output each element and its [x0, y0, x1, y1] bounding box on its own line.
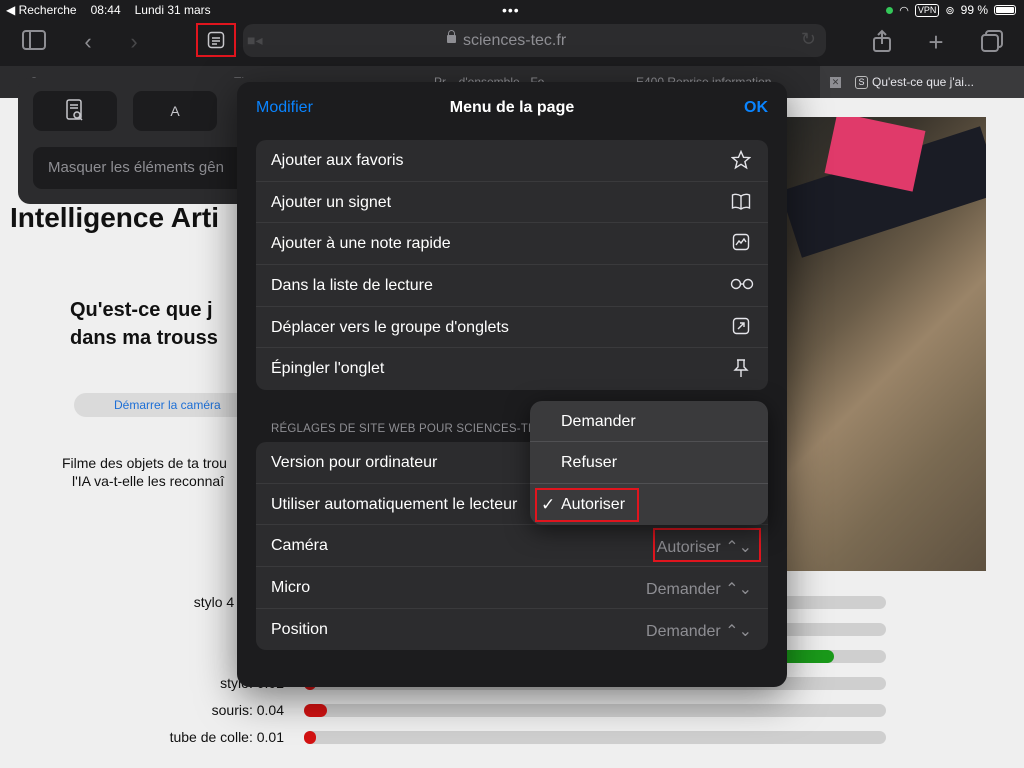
- reader-options-panel: A Masquer les éléments gên: [18, 78, 258, 204]
- description-line: l'IA va-t-elle les reconnaî: [72, 473, 225, 489]
- prediction-fill: [304, 704, 328, 717]
- page-subtitle: Qu'est-ce que j dans ma trouss: [70, 296, 218, 352]
- browser-toolbar: ‹ › ■◂ sciences-tec.fr ↻ +: [0, 20, 1024, 66]
- option-deny[interactable]: Refuser: [530, 442, 768, 484]
- page-heading: Intelligence Arti: [10, 202, 220, 233]
- url-text: sciences-tec.fr: [463, 32, 567, 49]
- item-label: Ajouter un signet: [271, 193, 392, 211]
- actions-group: Ajouter aux favoris Ajouter un signet Aj…: [256, 140, 768, 391]
- orientation-lock-icon: ⊚: [945, 4, 955, 17]
- add-quick-note-item[interactable]: Ajouter à une note rapide: [256, 223, 768, 266]
- option-label: Refuser: [561, 454, 618, 472]
- prediction-fill: [304, 731, 316, 744]
- wifi-icon: ◠: [899, 4, 909, 17]
- option-ask[interactable]: Demander: [530, 401, 768, 443]
- prediction-bar-row: souris: 0.04: [0, 702, 1024, 718]
- add-bookmark-item[interactable]: Ajouter un signet: [256, 182, 768, 224]
- item-label: Micro: [271, 579, 311, 597]
- battery-icon: [994, 5, 1016, 15]
- reader-mode-button[interactable]: [33, 91, 117, 131]
- add-to-favorites-item[interactable]: Ajouter aux favoris: [256, 140, 768, 182]
- prediction-track: [304, 731, 886, 744]
- subtitle-line: Qu'est-ce que j: [70, 299, 213, 321]
- multitasking-dots-icon[interactable]: •••: [502, 2, 520, 18]
- item-label: Utiliser automatiquement le lecteur: [271, 495, 518, 513]
- prediction-bar-row: tube de colle: 0.01: [0, 729, 1024, 745]
- move-to-group-icon: [730, 317, 752, 339]
- allow-option-highlight: [535, 487, 639, 522]
- book-icon: [730, 192, 752, 214]
- move-to-tab-group-item[interactable]: Déplacer vers le groupe d'onglets: [256, 307, 768, 349]
- description-line: Filme des objets de ta trou: [62, 455, 227, 471]
- microphone-permission-value[interactable]: Demander ⌃⌄: [646, 579, 752, 599]
- status-bar: ◀ Recherche 08:44 Lundi 31 mars ••• ◠ VP…: [0, 0, 1024, 20]
- site-favicon-icon: S: [855, 76, 868, 90]
- address-bar[interactable]: ■◂ sciences-tec.fr ↻: [243, 24, 826, 57]
- star-icon: [730, 149, 752, 172]
- item-label: Déplacer vers le groupe d'onglets: [271, 318, 509, 336]
- hide-distracting-items-button[interactable]: Masquer les éléments gên: [33, 147, 248, 189]
- tab-active[interactable]: ✕ S Qu'est-ce que j'ai...: [820, 66, 1024, 98]
- item-label: Ajouter aux favoris: [271, 152, 404, 169]
- popover-header: Modifier Menu de la page OK: [237, 82, 787, 132]
- reading-list-item[interactable]: Dans la liste de lecture: [256, 265, 768, 307]
- location-permission-item[interactable]: Position Demander ⌃⌄: [256, 609, 768, 651]
- pin-tab-item[interactable]: Épingler l'onglet: [256, 348, 768, 390]
- camera-active-icon[interactable]: ■◂: [247, 32, 262, 49]
- new-tab-icon[interactable]: +: [922, 29, 950, 55]
- item-label: Épingler l'onglet: [271, 360, 385, 378]
- option-allow[interactable]: ✓ Autoriser: [530, 484, 768, 525]
- prediction-track: [304, 704, 886, 717]
- camera-in-use-indicator-icon: [886, 6, 894, 14]
- item-label: Version pour ordinateur: [271, 454, 438, 471]
- pin-icon: [730, 358, 752, 380]
- battery-percent: 99 %: [960, 3, 988, 17]
- item-label: Dans la liste de lecture: [271, 277, 433, 295]
- location-permission-value[interactable]: Demander ⌃⌄: [646, 621, 752, 641]
- close-tab-icon[interactable]: ✕: [830, 77, 841, 89]
- status-time: 08:44: [90, 3, 121, 17]
- option-label: Demander: [561, 413, 636, 430]
- sidebar-icon[interactable]: [20, 29, 48, 55]
- camera-permission-dropdown: Demander Refuser ✓ Autoriser: [530, 401, 768, 525]
- reload-icon[interactable]: ↻: [801, 29, 816, 50]
- status-date: Lundi 31 mars: [134, 3, 211, 17]
- subtitle-line: dans ma trouss: [70, 327, 218, 349]
- forward-arrow-icon[interactable]: ›: [120, 29, 148, 55]
- camera-preview-image: [786, 117, 986, 571]
- back-to-search-link[interactable]: ◀ Recherche: [6, 3, 77, 17]
- quick-note-icon: [730, 233, 752, 255]
- share-icon[interactable]: [868, 29, 896, 55]
- tab-label: Qu'est-ce que j'ai...: [872, 75, 974, 89]
- glasses-icon: [730, 275, 754, 297]
- prediction-label: tube de colle: 0.01: [169, 729, 284, 745]
- camera-value-highlight: [653, 528, 761, 563]
- popover-title: Menu de la page: [449, 99, 575, 116]
- item-label: Ajouter à une note rapide: [271, 235, 451, 253]
- prediction-label: souris: 0.04: [211, 702, 284, 718]
- item-label: Caméra: [271, 537, 328, 555]
- tab-overview-icon[interactable]: [978, 29, 1006, 55]
- lock-icon: [447, 30, 456, 43]
- camera-permission-item[interactable]: Caméra Autoriser ⌃⌄: [256, 525, 768, 568]
- microphone-permission-item[interactable]: Micro Demander ⌃⌄: [256, 567, 768, 609]
- page-menu-icon: [207, 31, 225, 49]
- vpn-badge: VPN: [914, 3, 940, 17]
- back-arrow-icon[interactable]: ‹: [74, 29, 102, 55]
- page-description: Filme des objets de ta trou l'IA va-t-el…: [62, 454, 227, 490]
- ok-button[interactable]: OK: [744, 99, 768, 117]
- item-label: Position: [271, 620, 328, 638]
- page-menu-popover: Modifier Menu de la page OK Ajouter aux …: [237, 82, 787, 687]
- text-size-button[interactable]: A: [133, 91, 217, 131]
- page-menu-button[interactable]: [196, 23, 236, 57]
- site-settings-section-title: RÉGLAGES DE SITE WEB POUR SCIENCES-TE: [271, 423, 536, 435]
